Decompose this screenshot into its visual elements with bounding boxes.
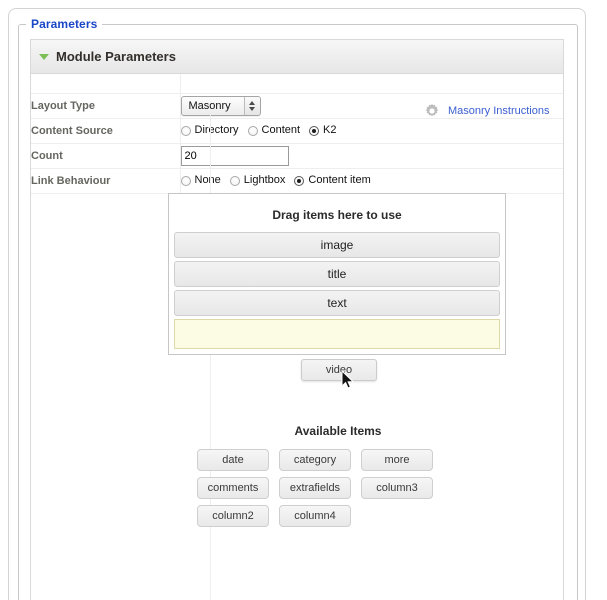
radio-circle-icon[interactable] [247, 125, 258, 136]
select-stepper-arrows-icon[interactable] [243, 96, 260, 115]
radio-circle-icon[interactable] [180, 125, 191, 136]
parameters-table: Layout Type Masonry Content Source Direc… [31, 74, 563, 194]
radio-label: Content [261, 124, 301, 136]
radio-label: None [194, 174, 221, 186]
arrow-down-icon [249, 106, 255, 111]
link-behaviour-radio-group: None Lightbox Content item [180, 174, 564, 186]
triangle-down-icon[interactable] [39, 54, 49, 60]
label-count: Count [31, 143, 181, 169]
available-items-section: Available Items date category more comme… [168, 424, 508, 527]
table-spacer-row [31, 74, 563, 94]
drag-drop-area: Drag items here to use image title text [168, 193, 508, 355]
table-row-content-source: Content Source Directory Content K2 [31, 118, 564, 144]
available-item-category[interactable]: category [279, 449, 351, 471]
parameters-legend: Parameters [26, 17, 103, 31]
gear-icon[interactable] [424, 103, 440, 119]
radio-circle-checked-icon[interactable] [294, 175, 305, 186]
available-items-grid: date category more comments extrafields … [168, 449, 497, 527]
drop-placeholder [174, 319, 500, 349]
radio-circle-icon[interactable] [229, 175, 240, 186]
masonry-instructions-link[interactable]: Masonry Instructions [448, 105, 549, 117]
drop-zone[interactable]: Drag items here to use image title text [168, 193, 506, 355]
available-items-title: Available Items [294, 424, 382, 438]
cell-link-behaviour: None Lightbox Content item [180, 168, 564, 194]
table-column-divider [210, 114, 211, 600]
radio-circle-icon[interactable] [180, 175, 191, 186]
masonry-instructions-group[interactable]: Masonry Instructions [424, 103, 549, 119]
spacer-value-cell [180, 74, 563, 94]
available-item-column3[interactable]: column3 [361, 477, 433, 499]
drop-item-image[interactable]: image [174, 232, 500, 258]
available-item-more[interactable]: more [361, 449, 433, 471]
arrow-up-icon [249, 100, 255, 105]
radio-label: Directory [194, 124, 239, 136]
available-item-column4[interactable]: column4 [279, 505, 351, 527]
radio-link-behaviour-lightbox[interactable]: Lightbox [229, 174, 286, 186]
cell-content-source: Directory Content K2 [180, 118, 564, 144]
layout-type-select[interactable]: Masonry [180, 95, 261, 116]
radio-label: K2 [323, 124, 337, 136]
label-layout-type: Layout Type [31, 93, 181, 119]
available-item-extrafields[interactable]: extrafields [279, 477, 351, 499]
radio-content-source-k2[interactable]: K2 [309, 124, 337, 136]
table-row-link-behaviour: Link Behaviour None Lightbox Content ite… [31, 168, 564, 194]
label-content-source: Content Source [31, 118, 181, 144]
radio-circle-checked-icon[interactable] [309, 125, 320, 136]
arrow-cursor-icon [341, 370, 355, 389]
content-source-radio-group: Directory Content K2 [180, 124, 564, 136]
radio-link-behaviour-content-item[interactable]: Content item [294, 174, 371, 186]
label-link-behaviour: Link Behaviour [31, 168, 181, 194]
available-item-column2[interactable]: column2 [197, 505, 269, 527]
spacer-key-cell [31, 74, 181, 94]
drop-item-text[interactable]: text [174, 290, 500, 316]
radio-label: Lightbox [243, 174, 286, 186]
available-item-date[interactable]: date [197, 449, 269, 471]
cell-count [180, 143, 563, 169]
drop-item-title[interactable]: title [174, 261, 500, 287]
available-item-comments[interactable]: comments [197, 477, 269, 499]
radio-link-behaviour-none[interactable]: None [180, 174, 221, 186]
dragging-item-video[interactable]: video [301, 359, 377, 381]
module-parameters-header[interactable]: Module Parameters [31, 40, 563, 74]
radio-label: Content item [308, 174, 371, 186]
radio-content-source-content[interactable]: Content [247, 124, 301, 136]
count-input[interactable] [180, 145, 289, 166]
panel-title: Module Parameters [56, 49, 176, 64]
drop-zone-title: Drag items here to use [272, 208, 402, 222]
table-row-count: Count [31, 143, 563, 169]
layout-type-selected-value: Masonry [188, 99, 231, 112]
screenshot-root: Parameters Module Parameters Layout Type… [0, 0, 607, 600]
